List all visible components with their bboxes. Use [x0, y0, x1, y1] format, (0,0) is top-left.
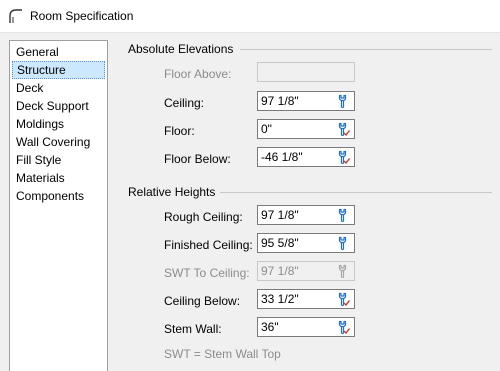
floor-below-label: Floor Below:	[164, 152, 231, 166]
swt-to-ceiling-value: 97 1/8"	[261, 264, 299, 278]
finished-ceiling-label: Finished Ceiling:	[164, 238, 253, 252]
finished-ceiling-value: 95 5/8"	[261, 236, 299, 250]
swt-to-ceiling-field: 97 1/8"	[257, 261, 355, 281]
wrench-check-icon[interactable]	[335, 150, 350, 165]
nav-item-deck[interactable]: Deck	[12, 79, 105, 97]
floor-below-value: -46 1/8"	[261, 150, 303, 164]
wrench-check-icon[interactable]	[335, 122, 350, 137]
category-list[interactable]: General Structure Deck Deck Support Mold…	[9, 40, 108, 371]
absolute-elevations-divider	[240, 49, 492, 50]
stem-wall-value: 36"	[261, 320, 279, 334]
room-icon	[9, 9, 22, 23]
ceiling-below-field[interactable]: 33 1/2"	[257, 289, 355, 309]
nav-item-fill-style[interactable]: Fill Style	[12, 151, 105, 169]
nav-item-moldings[interactable]: Moldings	[12, 115, 105, 133]
window-title: Room Specification	[30, 9, 134, 23]
wrench-icon[interactable]	[335, 236, 350, 251]
floor-label: Floor:	[164, 124, 195, 138]
nav-item-structure[interactable]: Structure	[12, 61, 105, 79]
ceiling-field[interactable]: 97 1/8"	[257, 91, 355, 111]
wrench-icon	[338, 264, 347, 279]
floor-above-field	[257, 62, 355, 82]
ceiling-below-value: 33 1/2"	[261, 292, 299, 306]
nav-item-materials[interactable]: Materials	[12, 169, 105, 187]
swt-footnote: SWT = Stem Wall Top	[164, 347, 281, 361]
rough-ceiling-field[interactable]: 97 1/8"	[257, 205, 355, 225]
ceiling-value: 97 1/8"	[261, 94, 299, 108]
absolute-elevations-heading: Absolute Elevations	[128, 42, 234, 56]
wrench-icon[interactable]	[335, 208, 350, 223]
wrench-check-icon[interactable]	[335, 292, 350, 307]
nav-item-deck-support[interactable]: Deck Support	[12, 97, 105, 115]
relative-heights-heading: Relative Heights	[128, 185, 216, 199]
title-bar: Room Specification	[0, 0, 500, 33]
ceiling-label: Ceiling:	[164, 96, 205, 110]
nav-item-components[interactable]: Components	[12, 187, 105, 205]
floor-above-label: Floor Above:	[164, 67, 232, 81]
wrench-icon[interactable]	[335, 94, 350, 109]
finished-ceiling-field[interactable]: 95 5/8"	[257, 233, 355, 253]
floor-value: 0"	[261, 122, 272, 136]
rough-ceiling-label: Rough Ceiling:	[164, 210, 243, 224]
nav-item-general[interactable]: General	[12, 43, 105, 61]
floor-below-field[interactable]: -46 1/8"	[257, 147, 355, 167]
relative-heights-divider	[220, 192, 492, 193]
nav-item-wall-covering[interactable]: Wall Covering	[12, 133, 105, 151]
floor-field[interactable]: 0"	[257, 119, 355, 139]
rough-ceiling-value: 97 1/8"	[261, 208, 299, 222]
stem-wall-field[interactable]: 36"	[257, 317, 355, 337]
swt-to-ceiling-label: SWT To Ceiling:	[164, 266, 250, 280]
ceiling-below-label: Ceiling Below:	[164, 294, 241, 308]
wrench-check-icon[interactable]	[335, 320, 350, 335]
stem-wall-label: Stem Wall:	[164, 322, 222, 336]
